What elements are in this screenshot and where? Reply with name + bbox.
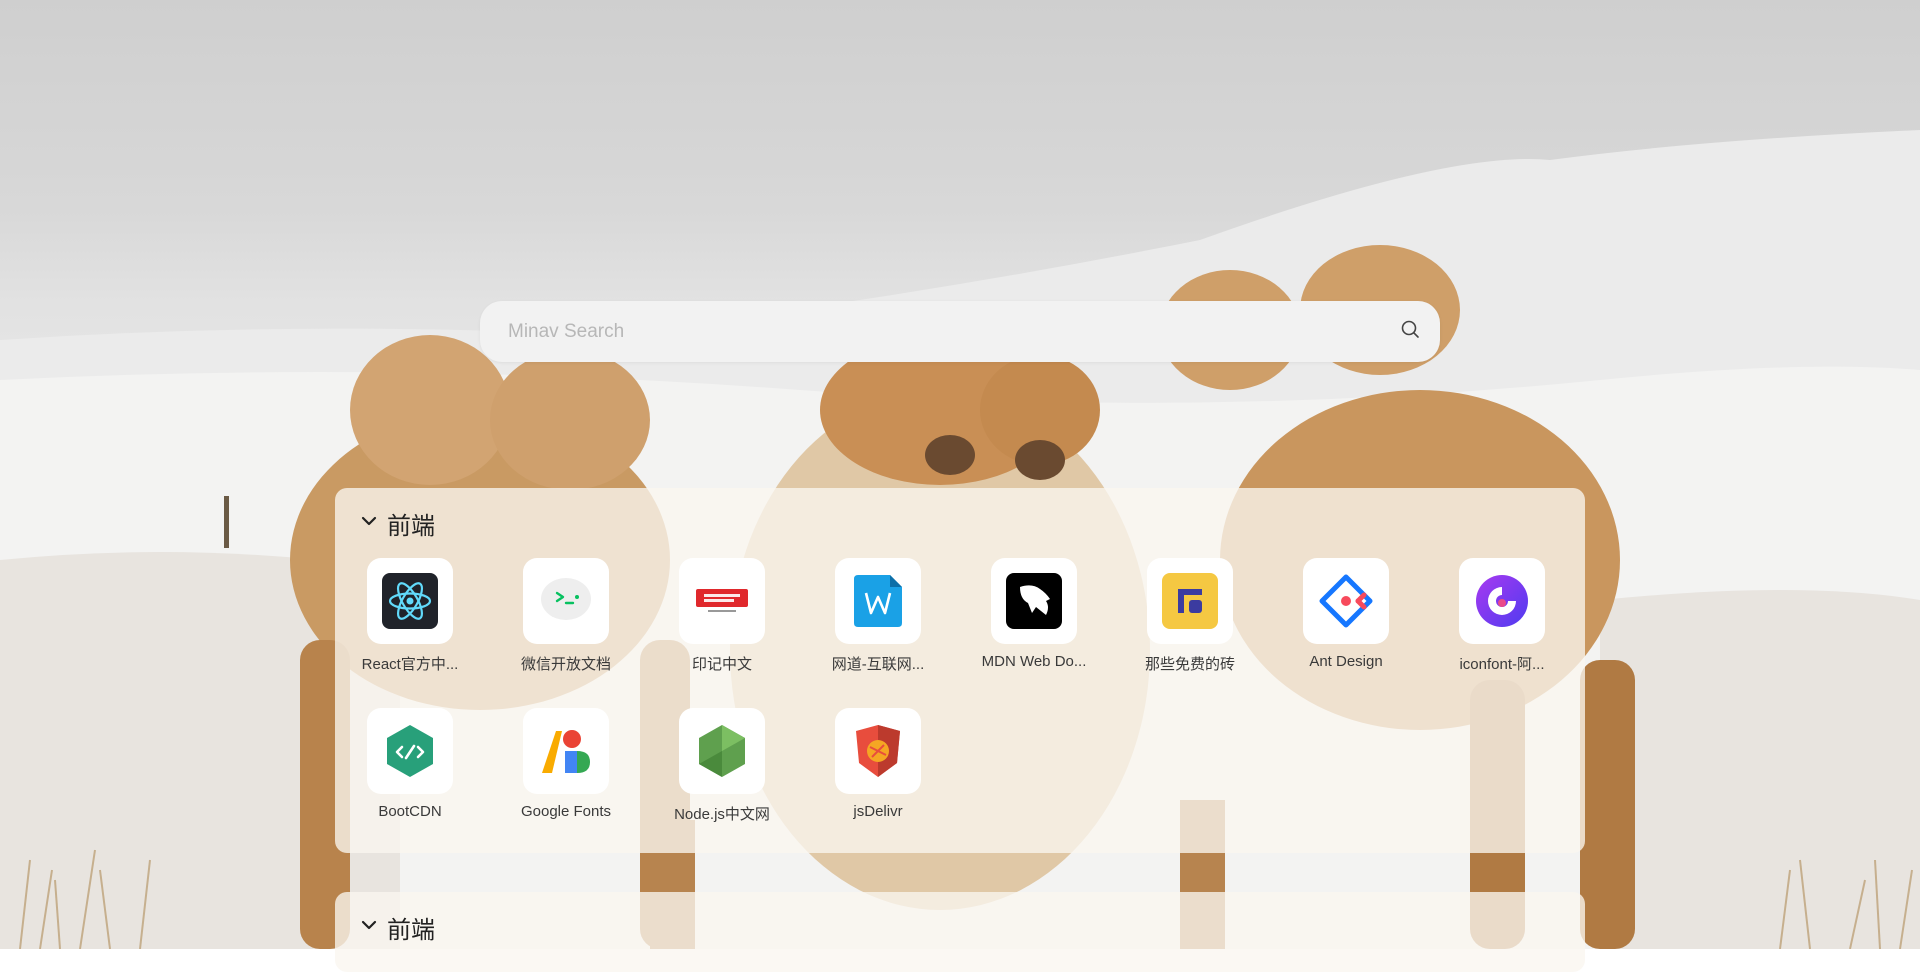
bootcdn-icon [387,725,433,777]
site-label: 网道-互联网... [831,656,925,673]
site-label: React官方中... [361,656,459,673]
site-label: jsDelivr [853,803,903,820]
free-bricks-icon [1162,573,1218,629]
link-group-frontend-2: 前端 [335,892,1585,972]
ant-design-icon-tile [1303,558,1389,644]
wechat-dev-icon [541,578,591,620]
wangdoc-icon-tile [835,558,921,644]
site-label: Ant Design [1309,653,1383,670]
site-tile-mdn[interactable]: MDN Web Do... [974,558,1094,688]
google-fonts-icon-tile [523,708,609,794]
site-tile-jsdelivr[interactable]: jsDelivr [818,708,938,838]
group-title: 前端 [387,512,435,540]
nodejs-icon-tile [679,708,765,794]
site-label: 微信开放文档 [520,656,611,673]
site-tile-nodejs[interactable]: Node.js中文网 [662,708,782,838]
site-tile-react[interactable]: React官方中... [350,558,470,688]
iconfont-icon-tile [1459,558,1545,644]
mdn-icon-tile [991,558,1077,644]
site-tile-free-bricks[interactable]: 那些免费的砖 [1130,558,1250,688]
search-input[interactable] [480,320,1380,343]
bootcdn-icon-tile [367,708,453,794]
jsdelivr-icon [856,725,900,777]
site-label: BootCDN [378,803,442,820]
chevron-down-icon [361,513,377,534]
docschina-icon-tile [679,558,765,644]
group-header-toggle[interactable]: 前端 [361,910,435,945]
wechat-dev-icon-tile [523,558,609,644]
google-fonts-icon [542,730,590,773]
site-label: MDN Web Do... [981,653,1087,670]
site-tile-docschina[interactable]: 印记中文 [662,558,782,688]
free-bricks-icon-tile [1147,558,1233,644]
search-button[interactable] [1380,301,1440,362]
react-icon-tile [367,558,453,644]
search-icon [1400,319,1420,344]
nodejs-icon [699,725,745,777]
chevron-down-icon [361,917,377,938]
site-label: 印记中文 [691,656,752,673]
jsdelivr-icon-tile [835,708,921,794]
site-label: 那些免费的砖 [1144,656,1235,673]
iconfont-icon [1476,575,1528,627]
group-title: 前端 [387,916,435,944]
site-label: Node.js中文网 [674,806,770,823]
docschina-icon [696,589,748,612]
react-icon [382,573,438,629]
site-tile-wechat-docs[interactable]: 微信开放文档 [506,558,626,688]
site-tile-ant-design[interactable]: Ant Design [1286,558,1406,688]
site-tile-google-fonts[interactable]: Google Fonts [506,708,626,838]
site-tile-iconfont[interactable]: iconfont-阿... [1442,558,1562,688]
ant-design-icon [1319,574,1373,628]
site-label: iconfont-阿... [1459,656,1545,673]
site-tile-bootcdn[interactable]: BootCDN [350,708,470,838]
link-group-frontend: 前端 React官方中... 微信开放文档 印记中文 网道-互联网... MDN… [335,488,1585,853]
site-tile-wangdoc[interactable]: 网道-互联网... [818,558,938,688]
mdn-icon [1006,573,1062,629]
site-label: Google Fonts [520,803,612,820]
group-header-toggle[interactable]: 前端 [361,506,435,541]
wangdoc-icon [854,575,902,627]
search-bar [480,301,1440,362]
